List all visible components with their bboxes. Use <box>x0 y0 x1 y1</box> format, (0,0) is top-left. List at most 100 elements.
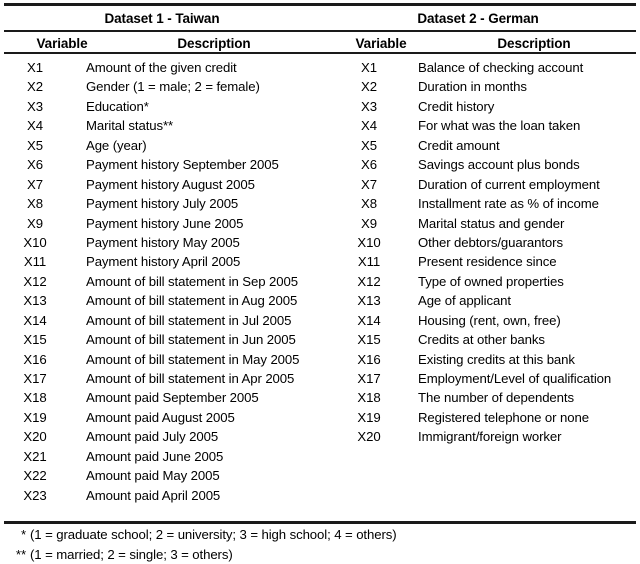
description-cell: Marital status** <box>86 118 174 134</box>
description-cell: Payment history May 2005 <box>86 234 240 250</box>
variable-cell: X9 <box>361 215 377 231</box>
header-separator-rule <box>4 52 636 54</box>
description-cell: Payment history July 2005 <box>86 196 239 212</box>
description-cell: Amount paid May 2005 <box>86 468 220 484</box>
description-cell: For what was the loan taken <box>418 118 581 134</box>
description-cell: Amount paid September 2005 <box>86 390 259 406</box>
variable-cell: X6 <box>27 157 43 173</box>
table-body: X1 Amount of the given credit X2 Gender (1 … <box>0 58 640 520</box>
description-cell: Balance of checking account <box>418 60 584 75</box>
description-cell: Gender (1 = male; 2 = female) <box>86 79 260 95</box>
variable-cell: X6 <box>361 157 377 173</box>
variable-cell: X2 <box>27 79 43 95</box>
description-cell: Age (year) <box>86 137 147 153</box>
variable-cell: X9 <box>27 215 43 231</box>
column-header-row: Variable Description Variable Descriptio… <box>4 34 636 53</box>
variable-cell: X13 <box>357 293 381 309</box>
description-cell: Employment/Level of qualification <box>418 371 612 386</box>
variable-cell: X19 <box>23 409 47 425</box>
variable-cell: X4 <box>27 118 43 134</box>
variable-cell: X12 <box>357 273 381 289</box>
description-cell: Amount of bill statement in Jul 2005 <box>86 312 292 328</box>
header-dataset2-description: Description <box>497 36 571 51</box>
description-cell: Registered telephone or none <box>418 409 589 425</box>
description-cell: Amount of bill statement in Sep 2005 <box>86 273 298 289</box>
description-cell: Amount of bill statement in May 2005 <box>86 351 300 367</box>
variable-cell: X3 <box>27 98 43 114</box>
description-cell: Installment rate as % of income <box>418 196 599 212</box>
description-cell: Type of owned properties <box>418 273 564 289</box>
description-cell: Duration in months <box>418 79 527 95</box>
dataset-title-row: Dataset 1 - Taiwan Dataset 2 - German <box>4 8 636 29</box>
variable-cell: X14 <box>23 312 47 328</box>
description-cell: Payment history September 2005 <box>86 157 279 173</box>
footnote-marker: ** <box>15 546 26 562</box>
dataset-1-title: Dataset 1 - Taiwan <box>104 11 220 26</box>
variable-cell: X12 <box>23 273 47 289</box>
description-cell: Payment history April 2005 <box>86 254 241 270</box>
variable-cell: X8 <box>361 196 377 212</box>
footnote: ** (1 = married; 2 = single; 3 = others) <box>4 545 636 564</box>
footnote-text: (1 = graduate school; 2 = university; 3 … <box>30 527 397 542</box>
variable-cell: X20 <box>357 429 381 445</box>
description-cell: Marital status and gender <box>418 215 565 231</box>
variable-cell: X22 <box>23 468 47 484</box>
variable-cell: X10 <box>23 234 47 250</box>
description-cell: Amount paid August 2005 <box>86 409 235 425</box>
variable-cell: X1 <box>361 60 377 75</box>
description-cell: Amount of bill statement in Aug 2005 <box>86 293 298 309</box>
description-cell: Amount paid June 2005 <box>86 448 224 464</box>
variable-cell: X10 <box>357 234 381 250</box>
footnote-marker: * <box>20 527 26 542</box>
variable-cell: X11 <box>357 254 381 270</box>
variable-cell: X20 <box>23 429 47 445</box>
variable-cell: X23 <box>23 487 47 503</box>
description-cell: Existing credits at this bank <box>418 351 575 367</box>
description-cell: Amount of bill statement in Jun 2005 <box>86 332 296 348</box>
description-cell: Duration of current employment <box>418 176 600 192</box>
table-bottom-rule <box>4 521 636 524</box>
description-cell: Amount paid July 2005 <box>86 429 219 445</box>
description-cell: Amount of bill statement in Apr 2005 <box>86 371 295 386</box>
variable-cell: X18 <box>23 390 47 406</box>
description-cell: Credit amount <box>418 137 500 153</box>
variable-cell: X15 <box>357 332 381 348</box>
table-top-rule <box>4 3 636 6</box>
variable-cell: X5 <box>27 137 43 153</box>
variable-cell: X2 <box>361 79 377 95</box>
header-dataset2-variable: Variable <box>355 36 407 51</box>
variable-cell: X16 <box>357 351 381 367</box>
footnote-list: * (1 = graduate school; 2 = university; 3… <box>4 525 636 564</box>
description-cell: Credits at other banks <box>418 332 545 348</box>
description-cell: Amount paid April 2005 <box>86 487 221 503</box>
description-cell: Payment history June 2005 <box>86 215 244 231</box>
variable-cell: X8 <box>27 196 43 212</box>
variable-description-table: Dataset 1 - Taiwan Dataset 2 - German Va… <box>0 0 640 564</box>
variable-cell: X17 <box>23 371 47 386</box>
description-cell: Present residence since <box>418 254 557 270</box>
header-dataset1-variable: Variable <box>36 36 88 51</box>
description-cell: Credit history <box>418 98 495 114</box>
variable-cell: X14 <box>357 312 381 328</box>
variable-cell: X7 <box>27 176 43 192</box>
variable-cell: X17 <box>357 371 381 386</box>
description-cell: Education* <box>86 98 149 114</box>
variable-cell: X11 <box>23 254 47 270</box>
variable-cell: X7 <box>361 176 377 192</box>
description-cell: Housing (rent, own, free) <box>418 312 561 328</box>
dataset-2-title: Dataset 2 - German <box>417 11 539 26</box>
description-cell: Age of applicant <box>418 293 511 309</box>
variable-cell: X18 <box>357 390 381 406</box>
footnote-text: (1 = married; 2 = single; 3 = others) <box>30 546 233 562</box>
description-cell: The number of dependents <box>418 390 574 406</box>
description-cell: Payment history August 2005 <box>86 176 255 192</box>
variable-cell: X1 <box>27 60 43 75</box>
footnote: * (1 = graduate school; 2 = university; 3… <box>4 525 636 545</box>
description-cell: Amount of the given credit <box>86 60 237 75</box>
variable-cell: X4 <box>361 118 377 134</box>
title-separator-rule <box>4 30 636 32</box>
variable-cell: X19 <box>357 409 381 425</box>
variable-cell: X16 <box>23 351 47 367</box>
description-cell: Savings account plus bonds <box>418 157 580 173</box>
variable-cell: X15 <box>23 332 47 348</box>
